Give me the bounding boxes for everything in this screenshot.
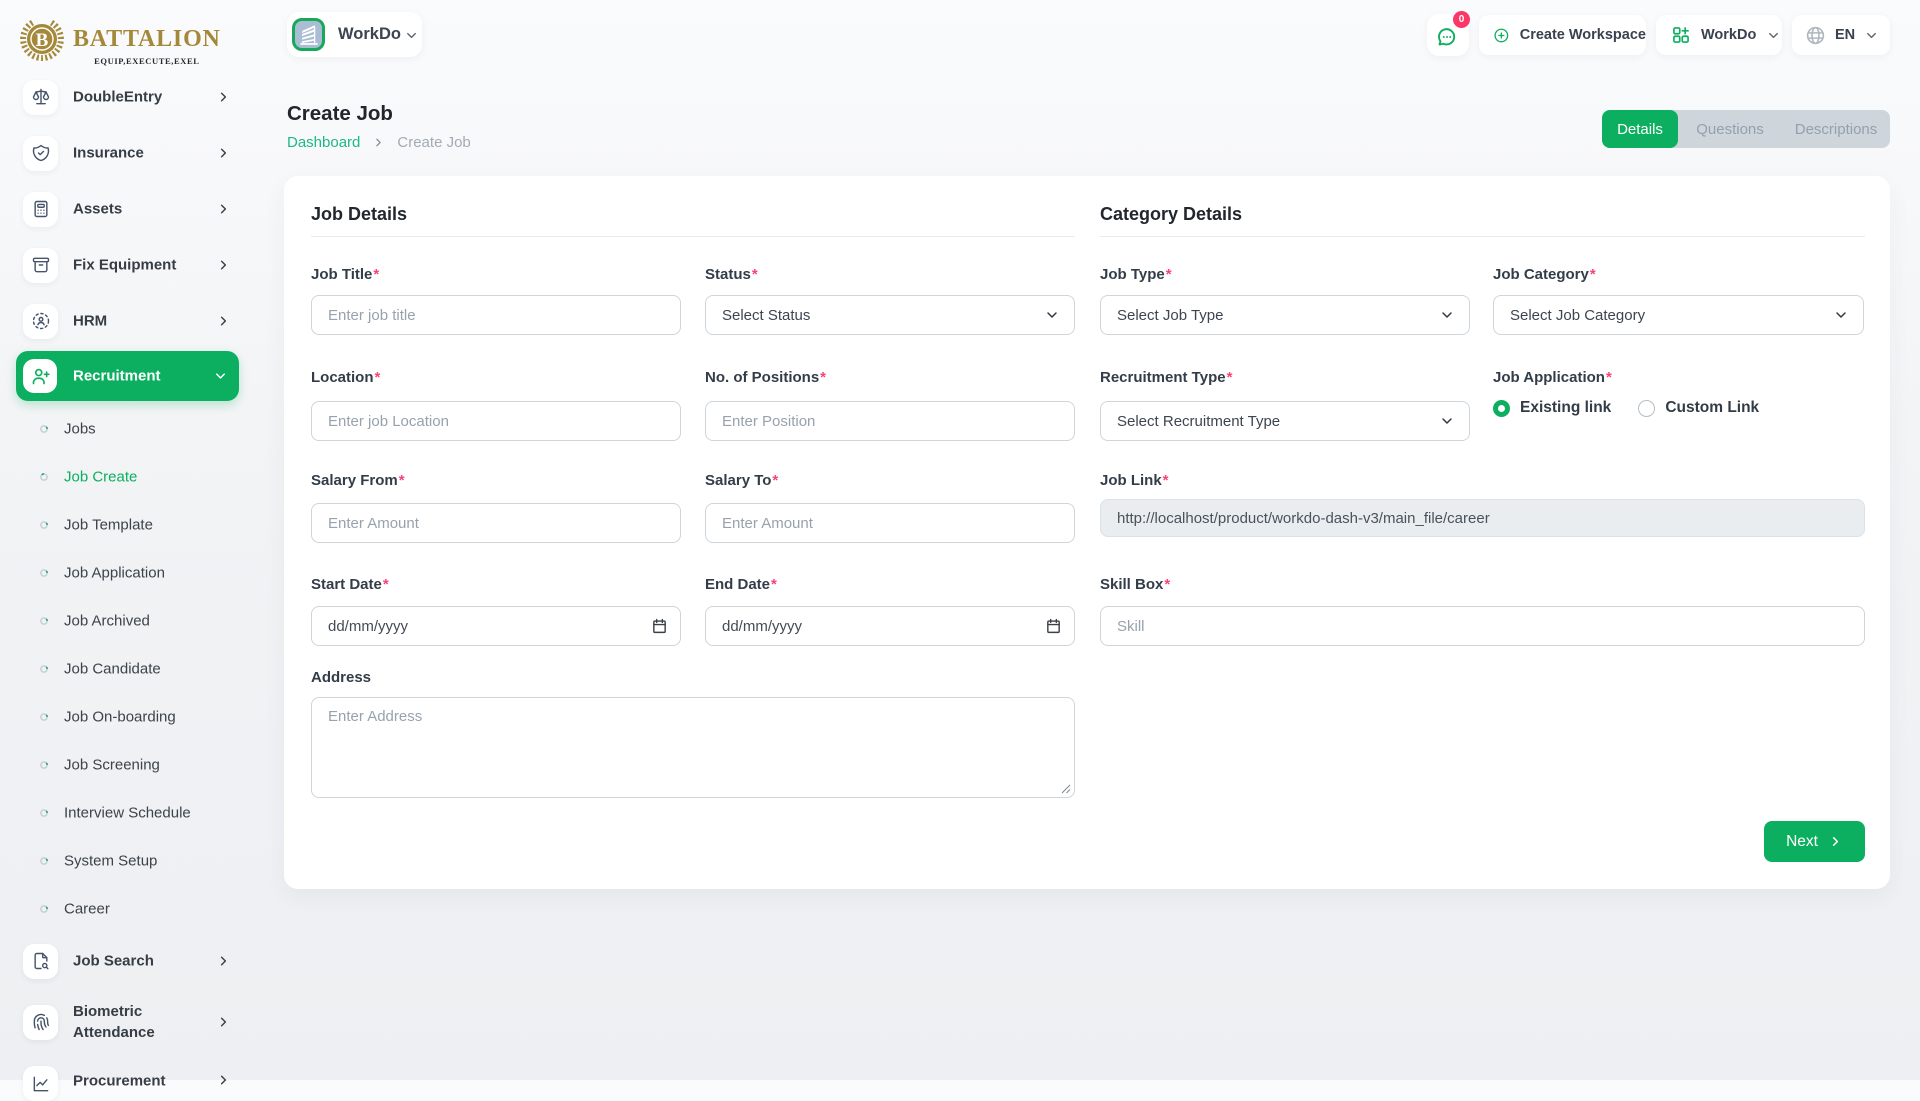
svg-text:B: B xyxy=(36,30,49,51)
